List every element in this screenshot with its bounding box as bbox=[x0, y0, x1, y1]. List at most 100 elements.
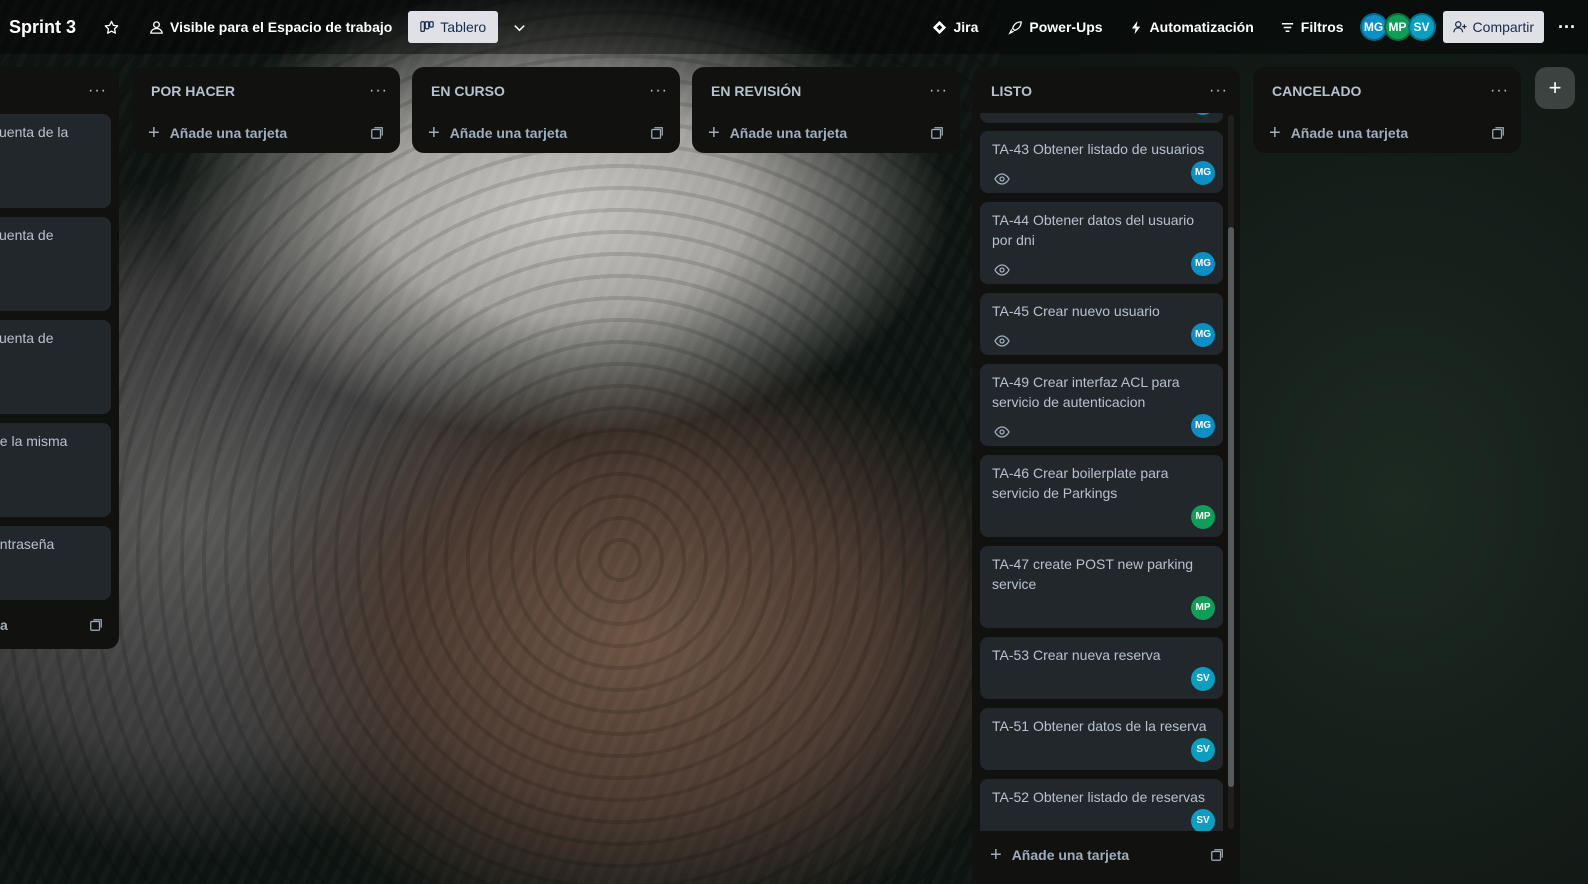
list-header: POR HACER ··· bbox=[132, 67, 400, 115]
views-dropdown-button[interactable] bbox=[504, 11, 535, 43]
member-avatar bbox=[1191, 113, 1215, 115]
card-title: TA-49 Crear interfaz ACL para servicio d… bbox=[992, 374, 1180, 410]
list-card[interactable]: TA-43 Obtener listado de usuarios MG bbox=[980, 131, 1223, 193]
filters-button[interactable]: Filtros bbox=[1272, 11, 1352, 43]
chevron-down-icon bbox=[514, 24, 525, 31]
share-button[interactable]: Compartir bbox=[1442, 11, 1545, 43]
list-title[interactable]: LISTO bbox=[991, 83, 1032, 99]
list-card[interactable]: TA-52 Obtener listado de reservas SV bbox=[980, 779, 1223, 831]
list-card[interactable]: TA-51 Obtener datos de la reserva SV bbox=[980, 708, 1223, 770]
list-card[interactable]: TA-53 Crear nueva reserva SV bbox=[980, 637, 1223, 699]
board-view-label: Tablero bbox=[440, 19, 487, 35]
list-card[interactable]: de la misma bbox=[0, 423, 111, 517]
list-menu-icon[interactable]: ··· bbox=[649, 82, 668, 100]
member-avatar[interactable]: MG bbox=[1191, 161, 1215, 185]
avatar[interactable]: SV bbox=[1407, 13, 1436, 41]
list-menu-icon[interactable]: ··· bbox=[1209, 82, 1228, 100]
list-menu-icon[interactable]: ··· bbox=[369, 82, 388, 100]
list-scrollbar[interactable] bbox=[1228, 115, 1234, 829]
template-icon[interactable] bbox=[1491, 126, 1505, 140]
powerups-button[interactable]: Power-Ups bbox=[1000, 11, 1110, 43]
plus-icon: + bbox=[1548, 75, 1562, 100]
star-button[interactable] bbox=[96, 11, 127, 43]
scrollbar-thumb[interactable] bbox=[1228, 227, 1234, 787]
list-cards-scroll[interactable]: TA-43 Obtener listado de usuarios MG TA-… bbox=[972, 113, 1240, 831]
share-label: Compartir bbox=[1472, 19, 1535, 35]
automation-button[interactable]: Automatización bbox=[1121, 11, 1262, 43]
add-card-row[interactable]: + Añade una tarjeta bbox=[132, 115, 400, 151]
eye-icon bbox=[994, 173, 1010, 185]
list-en-revision: EN REVISIÓN ··· + Añade una tarjeta bbox=[692, 67, 960, 153]
list-card[interactable]: TA-49 Crear interfaz ACL para servicio d… bbox=[980, 364, 1223, 446]
add-card-row[interactable]: + Añade una tarjeta bbox=[972, 837, 1240, 873]
jira-icon bbox=[933, 20, 947, 34]
board-menu-button[interactable]: ··· bbox=[1550, 11, 1584, 43]
board-view-button[interactable]: Tablero bbox=[408, 11, 499, 43]
lightning-icon bbox=[1131, 20, 1140, 34]
list-header: ··· bbox=[0, 67, 119, 115]
list-card[interactable]: TA-46 Crear boilerplate para servicio de… bbox=[980, 455, 1223, 537]
list-title[interactable]: EN CURSO bbox=[431, 83, 505, 99]
list-header: EN REVISIÓN ··· bbox=[692, 67, 960, 115]
list-menu-icon[interactable]: ··· bbox=[929, 82, 948, 100]
template-icon[interactable] bbox=[1210, 848, 1224, 862]
eye-icon bbox=[994, 264, 1010, 276]
add-card-row[interactable]: + Añade una tarjeta bbox=[692, 115, 960, 151]
add-card-label: Añade una tarjeta bbox=[1290, 125, 1409, 141]
card-title: ontraseña bbox=[0, 536, 55, 552]
add-card-row[interactable]: + Añade una tarjeta bbox=[1253, 115, 1521, 151]
powerups-label: Power-Ups bbox=[1029, 19, 1103, 35]
template-icon[interactable] bbox=[930, 126, 944, 140]
list-title[interactable]: CANCELADO bbox=[1272, 83, 1361, 99]
list-card[interactable]: cuenta de bbox=[0, 320, 111, 414]
list-card[interactable] bbox=[980, 113, 1223, 123]
card-title: TA-52 Obtener listado de reservas bbox=[992, 789, 1205, 805]
jira-button[interactable]: Jira bbox=[924, 11, 986, 43]
member-avatar[interactable]: MP bbox=[1191, 505, 1215, 529]
member-avatar[interactable]: MP bbox=[1191, 596, 1215, 620]
template-icon[interactable] bbox=[370, 126, 384, 140]
member-avatar[interactable]: SV bbox=[1191, 667, 1215, 691]
filter-icon bbox=[1281, 22, 1293, 32]
card-title: TA-47 create POST new parking service bbox=[992, 556, 1194, 592]
member-avatar[interactable]: SV bbox=[1191, 809, 1215, 831]
list-card[interactable]: TA-44 Obtener datos del usuario por dni … bbox=[980, 202, 1223, 284]
add-card-row[interactable]: + Añade una tarjeta bbox=[412, 115, 680, 151]
member-avatar[interactable]: MG bbox=[1191, 252, 1215, 276]
add-card-label: Añade una tarjeta bbox=[449, 125, 568, 141]
member-avatar[interactable]: MG bbox=[1191, 323, 1215, 347]
list-menu-icon[interactable]: ··· bbox=[1490, 82, 1509, 100]
list-title[interactable]: POR HACER bbox=[151, 83, 235, 99]
list-listo: LISTO ··· TA-43 Obtener listado de usuar… bbox=[972, 67, 1240, 884]
card-title: TA-43 Obtener listado de usuarios bbox=[992, 141, 1205, 157]
add-card-label: Añade una tarjeta bbox=[1011, 847, 1130, 863]
list-title[interactable]: EN REVISIÓN bbox=[711, 83, 801, 99]
list-card[interactable]: cuenta de bbox=[0, 217, 111, 311]
visibility-label: Visible para el Espacio de trabajo bbox=[170, 19, 393, 35]
rocket-icon bbox=[1008, 20, 1023, 35]
card-title: TA-46 Crear boilerplate para servicio de… bbox=[992, 465, 1169, 501]
list-card[interactable]: TA-45 Crear nuevo usuario MG bbox=[980, 293, 1223, 355]
board-title[interactable]: Sprint 3 bbox=[9, 17, 76, 38]
template-icon[interactable] bbox=[89, 618, 103, 632]
list-card[interactable]: TA-47 create POST new parking service MP bbox=[980, 546, 1223, 628]
list-card[interactable]: cuenta de la bbox=[0, 114, 111, 208]
member-avatar[interactable]: MG bbox=[1191, 414, 1215, 438]
add-list-button[interactable]: + bbox=[1535, 67, 1575, 109]
people-icon bbox=[150, 20, 163, 34]
add-card-label: a bbox=[0, 617, 8, 633]
add-card-row[interactable]: a bbox=[0, 607, 119, 643]
template-icon[interactable] bbox=[650, 126, 664, 140]
card-title: TA-44 Obtener datos del usuario por dni bbox=[992, 212, 1195, 248]
card-title: cuenta de bbox=[0, 227, 54, 243]
partial-list: ··· cuenta de la cuenta de cuenta de de … bbox=[0, 67, 119, 649]
list-menu-icon[interactable]: ··· bbox=[88, 82, 107, 100]
eye-icon bbox=[994, 335, 1010, 347]
visibility-button[interactable]: Visible para el Espacio de trabajo bbox=[141, 11, 400, 43]
plus-icon: + bbox=[1269, 122, 1281, 144]
card-title: de la misma bbox=[0, 433, 68, 449]
plus-icon: + bbox=[708, 122, 720, 144]
board-header: Sprint 3 Visible para el Espacio de trab… bbox=[0, 0, 1588, 54]
member-avatar[interactable]: SV bbox=[1191, 738, 1215, 762]
list-card[interactable]: ontraseña bbox=[0, 526, 111, 600]
